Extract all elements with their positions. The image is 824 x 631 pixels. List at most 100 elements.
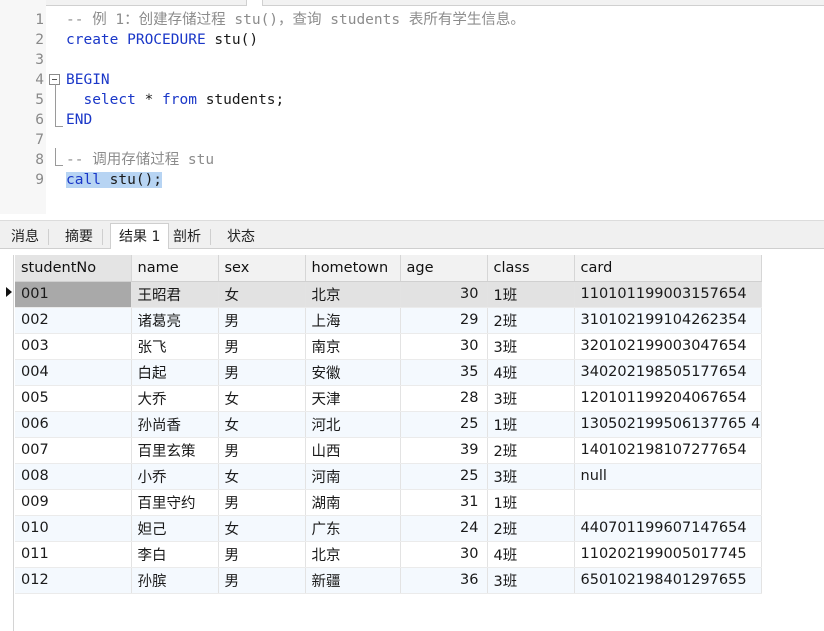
cell-hometown[interactable]: 安徽: [305, 359, 401, 386]
table-row[interactable]: 003 张飞男南京 30 3班 320102199003047654: [15, 333, 762, 360]
cell-sex[interactable]: 男: [218, 541, 306, 568]
cell-card[interactable]: 650102198401297655: [574, 567, 762, 594]
cell-card[interactable]: 130502199506137765 4: [574, 411, 762, 438]
cell-sex[interactable]: 男: [218, 567, 306, 594]
cell-hometown[interactable]: 广东: [305, 515, 401, 542]
cell-sex[interactable]: 男: [218, 307, 306, 334]
cell-hometown[interactable]: 南京: [305, 333, 401, 360]
code-line[interactable]: 1 -- 例 1：创建存储过程 stu()，查询 students 表所有学生信息…: [0, 10, 824, 30]
cell-class[interactable]: 3班: [487, 567, 575, 594]
cell-studentno[interactable]: 007: [15, 437, 132, 464]
cell-class[interactable]: 1班: [487, 281, 575, 308]
cell-age[interactable]: 35: [400, 359, 488, 386]
table-row[interactable]: 010 妲己女广东 24 2班 440701199607147654: [15, 515, 762, 542]
cell-studentno[interactable]: 012: [15, 567, 132, 594]
cell-studentno[interactable]: 004: [15, 359, 132, 386]
cell-age[interactable]: 28: [400, 385, 488, 412]
cell-hometown[interactable]: 北京: [305, 541, 401, 568]
cell-card[interactable]: null: [574, 463, 762, 490]
cell-studentno[interactable]: 008: [15, 463, 132, 490]
table-row[interactable]: 008 小乔女河南 25 3班 null: [15, 463, 762, 490]
cell-name[interactable]: 张飞: [131, 333, 219, 360]
cell-name[interactable]: 白起: [131, 359, 219, 386]
cell-card[interactable]: 320102199003047654: [574, 333, 762, 360]
cell-sex[interactable]: 男: [218, 437, 306, 464]
cell-class[interactable]: 3班: [487, 333, 575, 360]
column-header-card[interactable]: card: [574, 255, 762, 282]
cell-sex[interactable]: 女: [218, 385, 306, 412]
cell-name[interactable]: 孙膑: [131, 567, 219, 594]
cell-hometown[interactable]: 湖南: [305, 489, 401, 516]
cell-name[interactable]: 小乔: [131, 463, 219, 490]
table-row[interactable]: 011 李白男北京 30 4班 110202199005017745: [15, 541, 762, 568]
cell-sex[interactable]: 女: [218, 411, 306, 438]
table-row[interactable]: 001 王昭君女北京 30 1班 110101199003157654: [15, 281, 762, 308]
code-line[interactable]: 5 select * from students;: [0, 90, 824, 110]
cell-class[interactable]: 3班: [487, 463, 575, 490]
result-grid-area[interactable]: studentNo name sex hometown age class card 001…: [0, 249, 824, 631]
column-header-hometown[interactable]: hometown: [305, 255, 401, 282]
cell-sex[interactable]: 女: [218, 463, 306, 490]
cell-name[interactable]: 大乔: [131, 385, 219, 412]
cell-sex[interactable]: 男: [218, 489, 306, 516]
cell-class[interactable]: 1班: [487, 489, 575, 516]
cell-studentno[interactable]: 011: [15, 541, 132, 568]
column-header-studentno[interactable]: studentNo: [15, 255, 132, 282]
cell-age[interactable]: 36: [400, 567, 488, 594]
cell-card[interactable]: 440701199607147654: [574, 515, 762, 542]
sql-editor[interactable]: 1 -- 例 1：创建存储过程 stu()，查询 students 表所有学生信息…: [0, 0, 824, 214]
cell-sex[interactable]: 男: [218, 359, 306, 386]
cell-card[interactable]: [574, 489, 762, 516]
code-line[interactable]: 3: [0, 50, 824, 70]
cell-hometown[interactable]: 北京: [305, 281, 401, 308]
cell-studentno[interactable]: 006: [15, 411, 132, 438]
table-row[interactable]: 005 大乔女天津 28 3班 120101199204067654: [15, 385, 762, 412]
cell-hometown[interactable]: 山西: [305, 437, 401, 464]
code-line[interactable]: 9 call stu();: [0, 170, 824, 190]
cell-name[interactable]: 妲己: [131, 515, 219, 542]
cell-card[interactable]: 110101199003157654: [574, 281, 762, 308]
cell-age[interactable]: 25: [400, 463, 488, 490]
cell-age[interactable]: 24: [400, 515, 488, 542]
cell-age[interactable]: 39: [400, 437, 488, 464]
cell-age[interactable]: 25: [400, 411, 488, 438]
cell-hometown[interactable]: 天津: [305, 385, 401, 412]
cell-card[interactable]: 310102199104262354: [574, 307, 762, 334]
cell-hometown[interactable]: 河北: [305, 411, 401, 438]
cell-age[interactable]: 30: [400, 281, 488, 308]
cell-class[interactable]: 4班: [487, 359, 575, 386]
cell-class[interactable]: 2班: [487, 515, 575, 542]
cell-hometown[interactable]: 上海: [305, 307, 401, 334]
cell-class[interactable]: 2班: [487, 437, 575, 464]
table-row[interactable]: 012 孙膑男新疆 36 3班 650102198401297655: [15, 567, 762, 594]
cell-age[interactable]: 29: [400, 307, 488, 334]
cell-card[interactable]: 340202198505177654: [574, 359, 762, 386]
cell-name[interactable]: 李白: [131, 541, 219, 568]
cell-name[interactable]: 王昭君: [131, 281, 219, 308]
tab-summary[interactable]: 摘要: [56, 223, 103, 249]
cell-studentno[interactable]: 003: [15, 333, 132, 360]
table-row[interactable]: 006 孙尚香女河北 25 1班 130502199506137765 4: [15, 411, 762, 438]
cell-class[interactable]: 2班: [487, 307, 575, 334]
table-row[interactable]: 004 白起男安徽 35 4班 340202198505177654: [15, 359, 762, 386]
cell-studentno[interactable]: 001: [15, 281, 132, 308]
table-row[interactable]: 002 诸葛亮男上海 29 2班 310102199104262354: [15, 307, 762, 334]
cell-name[interactable]: 百里玄策: [131, 437, 219, 464]
column-header-age[interactable]: age: [400, 255, 488, 282]
code-line[interactable]: 8 -- 调用存储过程 stu: [0, 150, 824, 170]
cell-class[interactable]: 1班: [487, 411, 575, 438]
cell-age[interactable]: 30: [400, 333, 488, 360]
cell-studentno[interactable]: 010: [15, 515, 132, 542]
tab-result-1[interactable]: 结果 1: [110, 223, 170, 250]
column-header-sex[interactable]: sex: [218, 255, 306, 282]
code-line[interactable]: 2 create PROCEDURE stu(): [0, 30, 824, 50]
cell-card[interactable]: 140102198107277654: [574, 437, 762, 464]
cell-studentno[interactable]: 002: [15, 307, 132, 334]
cell-name[interactable]: 百里守约: [131, 489, 219, 516]
cell-age[interactable]: 30: [400, 541, 488, 568]
tab-profile[interactable]: 剖析: [164, 223, 211, 249]
column-header-name[interactable]: name: [131, 255, 219, 282]
tab-messages[interactable]: 消息: [2, 223, 49, 249]
cell-studentno[interactable]: 009: [15, 489, 132, 516]
cell-sex[interactable]: 女: [218, 281, 306, 308]
